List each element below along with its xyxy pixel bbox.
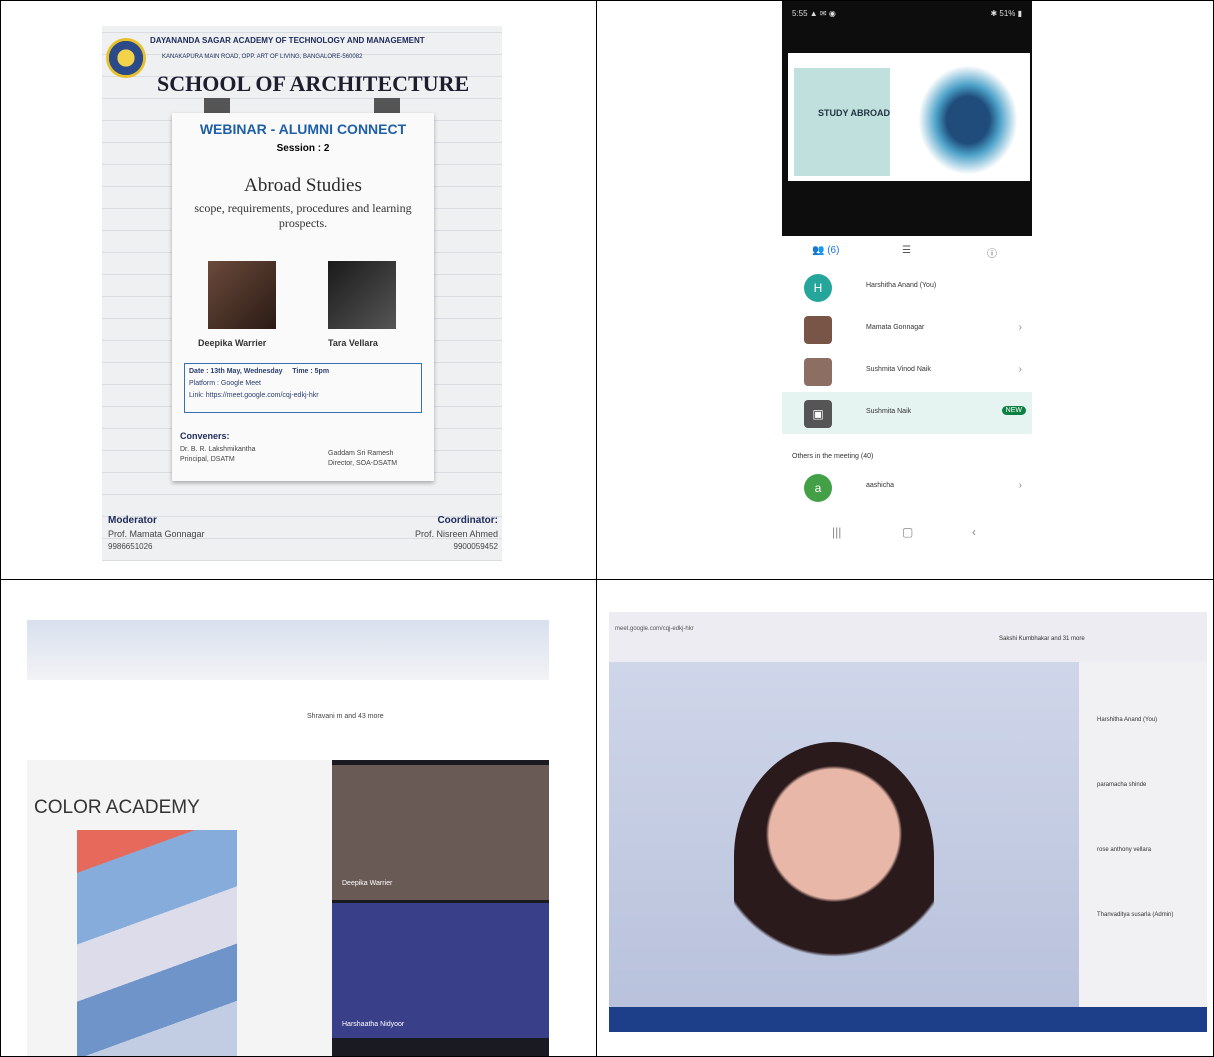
session-label: Session : 2 — [276, 143, 330, 154]
browser-tabs — [27, 620, 549, 680]
meet-call-cell: meet.google.com/cqj-edkj-hkr Sakshi Kumb… — [596, 579, 1214, 1057]
chevron-right-icon[interactable]: › — [1019, 322, 1022, 333]
link-line: Link: https://meet.google.com/cqj-edkj-h… — [189, 392, 319, 399]
school-name: SCHOOL OF ARCHITECTURE — [157, 71, 470, 96]
slide-title: COLOR ACADEMY — [34, 797, 200, 818]
participant-name: aashicha — [866, 482, 895, 489]
moderator-name: Prof. Mamata Gonnagar — [108, 529, 205, 539]
meet-topbar — [27, 680, 549, 760]
participant-row[interactable]: Mamata Gonnagar › — [782, 308, 1032, 350]
laptop-photo-cell: Shravani m and 43 more COLOR ACADEMY Dee… — [0, 579, 597, 1057]
laptop-screen: Shravani m and 43 more COLOR ACADEMY Dee… — [27, 620, 549, 1056]
shared-slide: STUDY ABROAD — [788, 53, 1030, 181]
people-tag: Sakshi Kumbhakar and 31 more — [999, 636, 1085, 642]
speaker1-photo — [208, 261, 276, 329]
tile-name: Deepika Warrier — [342, 880, 393, 887]
participant-name: Mamata Gonnagar — [866, 324, 925, 331]
participant-sidebar: Harshitha Anand (You) paramacha shinde r… — [1079, 662, 1207, 1007]
present-icon: ▣ — [804, 400, 832, 428]
avatar: H — [804, 274, 832, 302]
status-left: 5:55 ▲ ✉ ◉ — [792, 9, 836, 18]
side-name: paramacha shinde — [1097, 782, 1147, 788]
participant-row[interactable]: H Harshitha Anand (You) — [782, 266, 1032, 308]
institution-logo — [106, 38, 146, 78]
chevron-right-icon[interactable]: › — [1019, 364, 1022, 375]
participant-row[interactable]: ▣ Sushmita Naik NEW — [782, 392, 1032, 434]
coordinator-label: Coordinator: — [437, 515, 498, 526]
webinar-poster: DAYANANDA SAGAR ACADEMY OF TECHNOLOGY AN… — [102, 26, 502, 561]
meet-tabs: 👥 (6) ☰ ⓘ — [782, 239, 1032, 263]
avatar — [804, 358, 832, 386]
video-tile: Deepika Warrier — [332, 765, 549, 900]
tab-chat-icon[interactable]: ☰ — [902, 245, 911, 256]
date-line: Date : 13th May, Wednesday — [189, 368, 283, 375]
speaker2-photo — [328, 261, 396, 329]
speaker2-name: Tara Vellara — [328, 338, 378, 348]
meet-screen: meet.google.com/cqj-edkj-hkr Sakshi Kumb… — [609, 612, 1207, 1032]
participant-name: Sushmita Naik — [866, 408, 912, 415]
video-tile: Harshaatha Nidyoor — [332, 903, 549, 1038]
participant-row[interactable]: Sushmita Vinod Naik › — [782, 350, 1032, 392]
coordinator-name: Prof. Nisreen Ahmed — [414, 529, 498, 539]
moderator-label: Moderator — [108, 515, 157, 526]
speaker1-name: Deepika Warrier — [198, 338, 267, 348]
topic-title: Abroad Studies — [244, 175, 362, 196]
home-icon[interactable]: ▢ — [902, 525, 913, 539]
video-area: 5:55 ▲ ✉ ◉ ✱ 51% ▮ STUDY ABROAD — [782, 1, 1032, 236]
phone-cell: 5:55 ▲ ✉ ◉ ✱ 51% ▮ STUDY ABROAD 👥 (6) ☰ … — [596, 0, 1214, 580]
convener2-name: Gaddam Sri Ramesh — [328, 450, 394, 457]
status-right: ✱ 51% ▮ — [990, 9, 1022, 18]
meet-topbar — [609, 612, 1207, 662]
convener2: Gaddam Sri Ramesh Director, SOA-DSATM — [328, 449, 397, 469]
convener1: Dr. B. R. Lakshmikantha Principal, DSATM — [180, 445, 255, 465]
coordinator-phone: 9900059452 — [453, 542, 499, 551]
chevron-right-icon[interactable]: › — [1019, 480, 1022, 491]
poster-cell: DAYANANDA SAGAR ACADEMY OF TECHNOLOGY AN… — [0, 0, 597, 580]
phone-screenshot: 5:55 ▲ ✉ ◉ ✱ 51% ▮ STUDY ABROAD 👥 (6) ☰ … — [782, 1, 1032, 546]
building-graphic — [77, 830, 237, 1056]
side-name: rose anthony vellara — [1097, 847, 1152, 853]
windows-taskbar — [609, 1007, 1207, 1032]
others-label: Others in the meeting (40) — [792, 453, 874, 460]
conveners-label: Conveners: — [180, 431, 230, 441]
convener1-name: Dr. B. R. Lakshmikantha — [180, 446, 256, 453]
participant-name: Sushmita Vinod Naik — [866, 366, 931, 373]
tab-people[interactable]: 👥 (6) — [812, 245, 839, 256]
meet-url: meet.google.com/cqj-edkj-hkr — [615, 626, 694, 632]
participant-name: Harshitha Anand (You) — [866, 282, 937, 289]
event-info-box: Date : 13th May, Wednesday Time : 5pm Pl… — [184, 363, 422, 413]
tile-name: Harshaatha Nidyoor — [342, 1021, 405, 1028]
convener1-role: Principal, DSATM — [180, 456, 235, 463]
moderator-phone: 9986651026 — [108, 542, 153, 551]
participant-row[interactable]: a aashicha › — [782, 466, 1032, 508]
main-video — [609, 662, 1079, 1007]
image-grid: DAYANANDA SAGAR ACADEMY OF TECHNOLOGY AN… — [0, 0, 1214, 1057]
back-icon[interactable]: ‹ — [972, 525, 976, 539]
presenting-badge: NEW — [1001, 406, 1026, 415]
recents-icon[interactable]: ||| — [832, 525, 841, 539]
side-name: Harshitha Anand (You) — [1097, 717, 1158, 723]
platform-line: Platform : Google Meet — [189, 380, 261, 387]
slide-label: STUDY ABROAD — [818, 108, 891, 118]
tab-info-icon[interactable]: ⓘ — [987, 245, 997, 260]
poster-sheet: WEBINAR - ALUMNI CONNECT Session : 2 Abr… — [172, 113, 434, 481]
globe-graphic — [918, 65, 1018, 175]
people-tag: Shravani m and 43 more — [307, 713, 384, 720]
slide-panel — [794, 68, 890, 176]
institution-address: KANAKAPURA MAIN ROAD, OPP. ART OF LIVING… — [162, 54, 363, 60]
avatar — [804, 316, 832, 344]
institution-name: DAYANANDA SAGAR ACADEMY OF TECHNOLOGY AN… — [150, 36, 425, 45]
speaker-video — [734, 742, 934, 972]
topic-subtitle: scope, requirements, procedures and lear… — [194, 201, 412, 230]
webinar-title: WEBINAR - ALUMNI CONNECT — [199, 121, 407, 137]
time-line: Time : 5pm — [292, 368, 330, 375]
convener2-role: Director, SOA-DSATM — [328, 460, 398, 467]
avatar: a — [804, 474, 832, 502]
side-name: Thanvaditya susarla (Admin) — [1097, 912, 1174, 918]
